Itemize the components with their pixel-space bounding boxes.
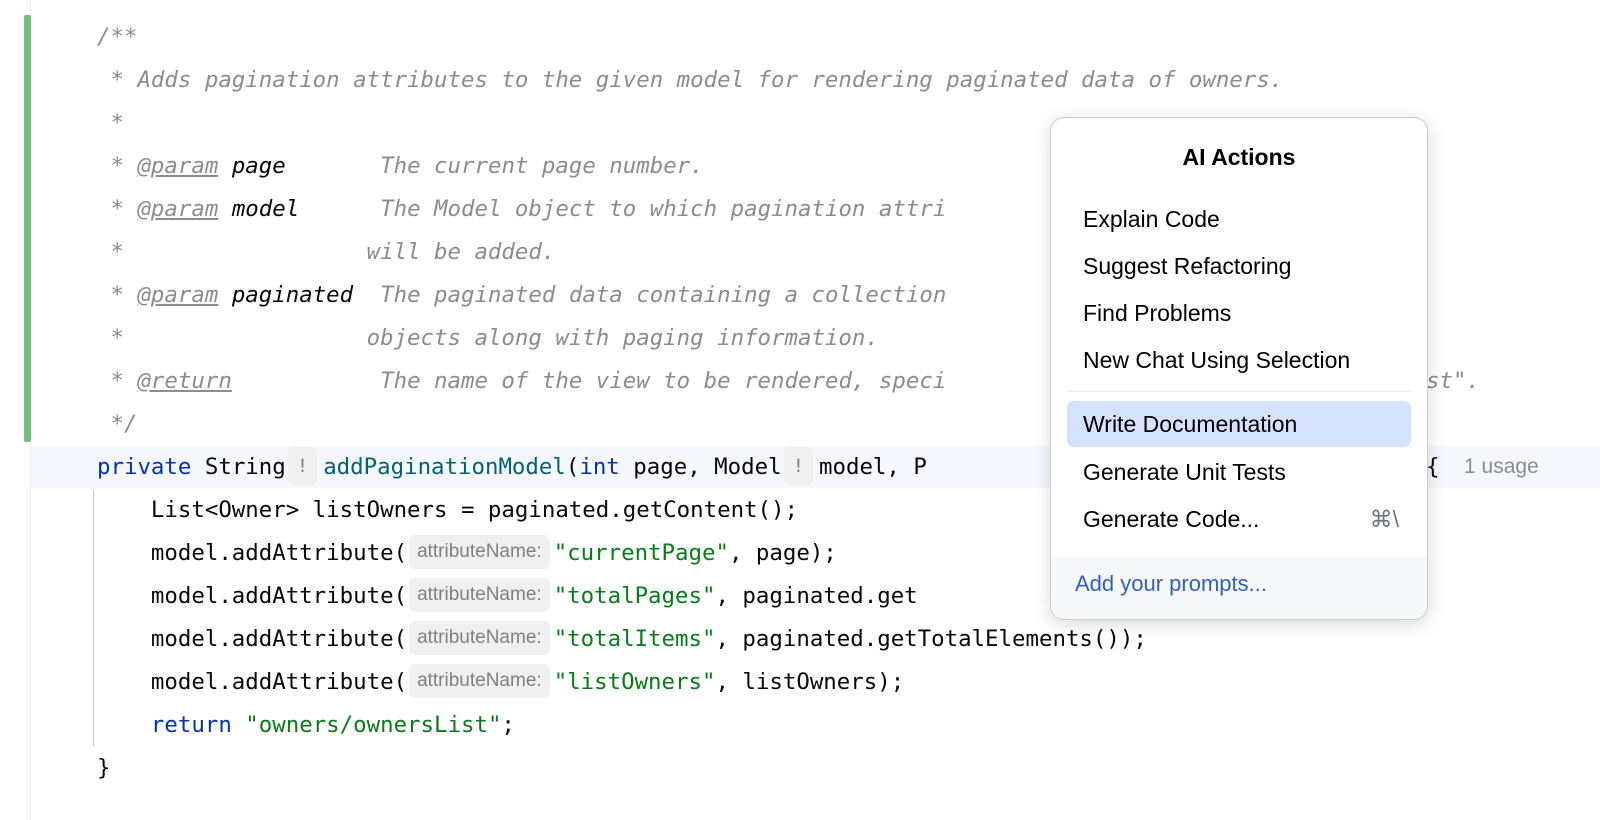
string-literal: "currentPage" — [553, 540, 729, 566]
code-line: * will be added. — [97, 239, 556, 265]
call: model.addAttribute( — [97, 669, 408, 695]
code-line: * — [97, 110, 124, 136]
param-name: paginated — [218, 282, 367, 308]
call: model.addAttribute( — [97, 626, 408, 652]
comment-star: * — [97, 368, 138, 394]
popup-footer: Add your prompts... — [1051, 557, 1427, 619]
comment-star: * — [97, 282, 138, 308]
menu-item-new-chat[interactable]: New Chat Using Selection — [1067, 337, 1411, 383]
paren: ( — [565, 454, 580, 480]
menu-item-explain-code[interactable]: Explain Code — [1067, 196, 1411, 242]
code-line: model.addAttribute(attributeName: "curren… — [97, 532, 837, 575]
menu-item-find-problems[interactable]: Find Problems — [1067, 290, 1411, 336]
param-desc: The Model object to which pagination att… — [366, 196, 947, 222]
javadoc-tag[interactable]: @param — [137, 153, 218, 179]
args: , page); — [728, 540, 837, 566]
comment-star: * — [97, 153, 138, 179]
keyword: int — [579, 454, 620, 480]
code-line: * objects along with paging information. — [97, 325, 879, 351]
open-brace: { — [1426, 454, 1440, 480]
string-literal: "totalPages" — [553, 583, 716, 609]
code-line: * Adds pagination attributes to the give… — [97, 67, 1284, 93]
string-literal: "totalItems" — [553, 626, 716, 652]
keyword: private — [97, 454, 192, 480]
args: , paginated.getTotalElements()); — [715, 626, 1147, 652]
javadoc-tag[interactable]: @param — [137, 282, 218, 308]
shortcut-label: ⌘\ — [1369, 506, 1399, 532]
code-line: /** — [97, 24, 138, 50]
code-line: return "owners/ownersList"; — [97, 704, 515, 747]
code-line: * @param paginated The paginated data co… — [97, 274, 946, 317]
menu-item-generate-unit-tests[interactable]: Generate Unit Tests — [1067, 449, 1411, 495]
javadoc-tag[interactable]: @return — [137, 368, 231, 394]
menu-separator — [1067, 391, 1411, 392]
menu-item-label: Generate Code... — [1083, 506, 1260, 532]
code-line: model.addAttribute(attributeName: "listOw… — [97, 661, 904, 704]
args: , listOwners); — [715, 669, 905, 695]
param-name: page — [218, 153, 367, 179]
comment-star: * — [97, 196, 138, 222]
menu-item-generate-code[interactable]: Generate Code... ⌘\ — [1067, 496, 1411, 542]
params: model, P — [819, 454, 927, 480]
code-line: model.addAttribute(attributeName: "totalP… — [97, 575, 918, 618]
javadoc-tag[interactable]: @param — [137, 196, 218, 222]
parameter-hint: attributeName: — [409, 577, 550, 612]
code-line: model.addAttribute(attributeName: "totalI… — [97, 618, 1147, 661]
nullability-hint[interactable]: ! — [287, 446, 318, 485]
add-prompts-link[interactable]: Add your prompts... — [1075, 571, 1267, 597]
indent-guide — [93, 490, 94, 746]
popup-title: AI Actions — [1182, 144, 1296, 170]
param-desc: The paginated data containing a collecti… — [366, 282, 947, 308]
parameter-hint: attributeName: — [409, 620, 550, 655]
code-line: * @return The name of the view to be ren… — [97, 360, 946, 403]
nullability-hint[interactable]: ! — [783, 446, 814, 485]
code-line: } — [97, 755, 111, 781]
string-literal: "listOwners" — [553, 669, 716, 695]
method-name[interactable]: addPaginationModel — [323, 454, 566, 480]
parameter-hint: attributeName: — [409, 663, 550, 698]
vcs-change-marker[interactable] — [24, 15, 31, 442]
usage-count-link[interactable]: 1 usage — [1464, 446, 1539, 488]
code-line: List<Owner> listOwners = paginated.getCo… — [97, 497, 798, 523]
semicolon: ; — [501, 712, 515, 738]
code-line: * @param model The Model object to which… — [97, 188, 946, 231]
keyword: return — [97, 712, 232, 738]
method-signature: private String! addPaginationModel(int pa… — [97, 446, 927, 489]
ai-actions-popup: AI Actions Explain Code Suggest Refactor… — [1050, 117, 1428, 620]
return-desc: The name of the view to be rendered, spe… — [231, 368, 947, 394]
param-name: model — [218, 196, 367, 222]
code-line: */ — [97, 411, 138, 437]
code-line: * @param page The current page number. — [97, 145, 704, 188]
params: page, Model — [619, 454, 782, 480]
menu-item-write-documentation[interactable]: Write Documentation — [1067, 401, 1411, 447]
parameter-hint: attributeName: — [409, 534, 550, 569]
return-type: String — [191, 454, 286, 480]
code-line-tail: st". — [1426, 368, 1480, 394]
call: model.addAttribute( — [97, 583, 408, 609]
string-literal: "owners/ownersList" — [231, 712, 502, 738]
args: , paginated.get — [715, 583, 918, 609]
call: model.addAttribute( — [97, 540, 408, 566]
param-desc: The current page number. — [366, 153, 704, 179]
menu-item-suggest-refactoring[interactable]: Suggest Refactoring — [1067, 243, 1411, 289]
